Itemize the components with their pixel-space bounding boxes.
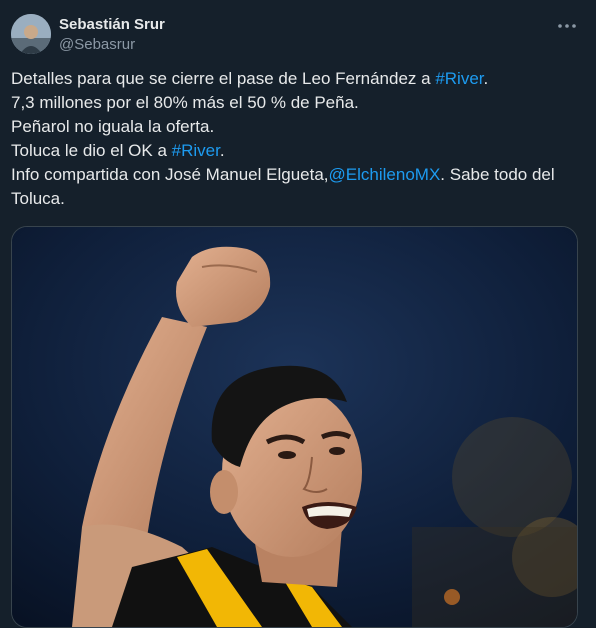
tweet-line-1: Detalles para que se cierre el pase de L… — [11, 67, 586, 91]
hashtag-river-link[interactable]: #River — [172, 141, 220, 160]
author-block: Sebastián Srur @Sebasrur — [59, 15, 165, 55]
tweet-line-5: Info compartida con José Manuel Elgueta,… — [11, 163, 586, 187]
tweet-card[interactable]: Sebastián Srur @Sebasrur Detalles para q… — [0, 0, 596, 628]
player-celebration-photo — [12, 227, 577, 627]
tweet-line-6: Toluca. — [11, 189, 65, 208]
tweet-text-segment: . Sabe todo del — [440, 165, 555, 184]
hashtag-river-link[interactable]: #River — [435, 69, 483, 88]
tweet-text-segment: . — [219, 141, 225, 160]
tweet-text-segment: Toluca le dio el OK a — [11, 141, 172, 160]
author-handle[interactable]: @Sebasrur — [59, 35, 165, 55]
more-dots-icon[interactable] — [552, 14, 582, 38]
tweet-line-4: Toluca le dio el OK a #River. — [11, 139, 586, 163]
avatar[interactable] — [11, 14, 51, 54]
avatar-image — [11, 14, 51, 54]
tweet-text: Detalles para que se cierre el pase de L… — [11, 67, 586, 211]
tweet-line-3: Peñarol no iguala la oferta. — [11, 117, 215, 136]
author-name[interactable]: Sebastián Srur — [59, 15, 165, 34]
tweet-text-segment: . — [483, 69, 489, 88]
mention-elchilenomx-link[interactable]: @ElchilenoMX — [329, 165, 441, 184]
tweet-line-2: 7,3 millones por el 80% más el 50 % de P… — [11, 93, 359, 112]
tweet-text-segment: Info compartida con José Manuel Elgueta, — [11, 165, 329, 184]
tweet-text-segment: Detalles para que se cierre el pase de L… — [11, 69, 436, 88]
tweet-photo[interactable] — [11, 226, 578, 628]
